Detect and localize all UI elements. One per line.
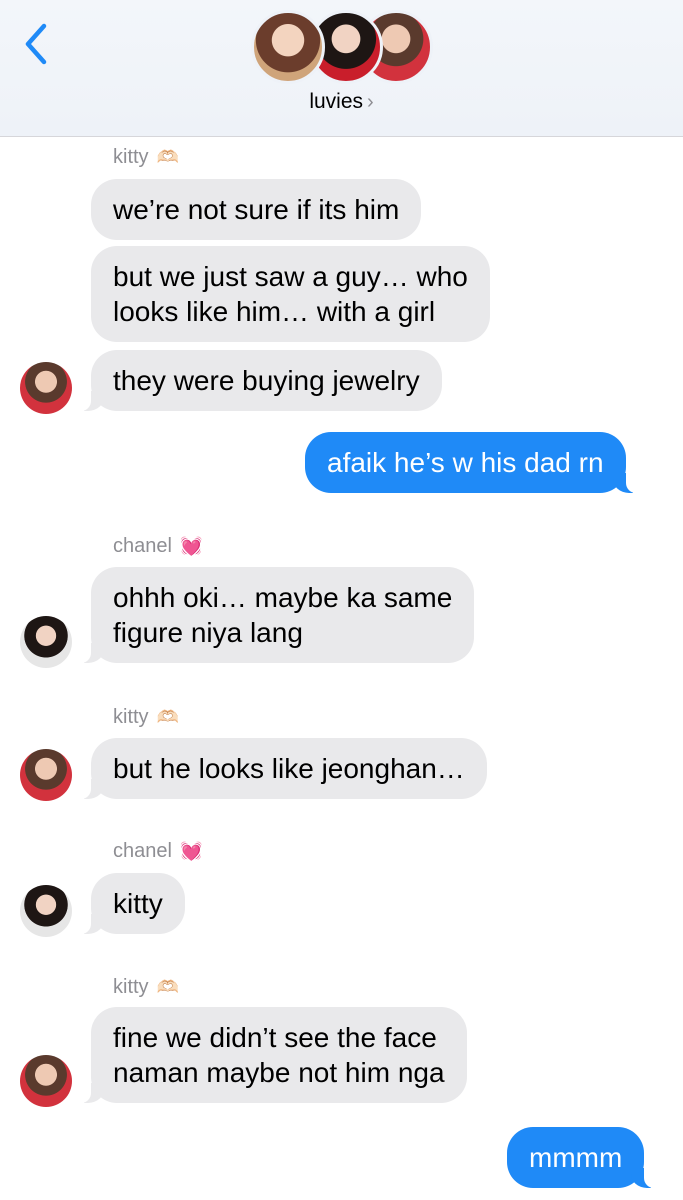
sender-label: kitty 🫶🏻: [113, 976, 179, 999]
sender-emoji: 💓: [179, 841, 203, 861]
sender-avatar[interactable]: [20, 616, 72, 668]
message-text: but he looks like jeonghan…: [113, 753, 465, 784]
message-text-line: looks like him… with a girl: [113, 296, 436, 327]
sender-avatar[interactable]: [20, 1055, 72, 1107]
group-member-avatar: [251, 10, 325, 84]
group-name: luvies: [309, 90, 364, 113]
sender-emoji: 🫶🏻: [156, 147, 179, 167]
message-text: afaik he’s w his dad rn: [327, 447, 604, 478]
sender-avatar[interactable]: [20, 749, 72, 801]
sender-label: kitty 🫶🏻: [113, 146, 179, 169]
group-avatar-stack[interactable]: [251, 10, 433, 86]
sender-label: chanel 💓: [113, 840, 202, 863]
group-name-button[interactable]: luvies ›: [0, 90, 683, 114]
incoming-message-bubble[interactable]: fine we didn’t see the face naman maybe …: [77, 1007, 467, 1103]
sender-label: kitty 🫶🏻: [113, 706, 179, 729]
sender-emoji: 💓: [179, 536, 203, 556]
message-text: kitty: [113, 888, 163, 919]
sender-avatar[interactable]: [20, 362, 72, 414]
sender-emoji: 🫶🏻: [156, 707, 179, 727]
sender-name: chanel: [113, 840, 172, 862]
chevron-right-icon: ›: [367, 91, 374, 113]
sender-label: chanel 💓: [113, 535, 202, 558]
sender-emoji: 🫶🏻: [156, 977, 179, 997]
message-text-line: figure niya lang: [113, 617, 303, 648]
sender-avatar[interactable]: [20, 885, 72, 937]
chevron-left-icon[interactable]: [18, 22, 58, 66]
message-text-line: ohhh oki… maybe ka same: [113, 582, 453, 613]
message-text: we’re not sure if its him: [113, 194, 400, 225]
outgoing-message-bubble[interactable]: afaik he’s w his dad rn: [305, 432, 640, 493]
conversation-header: luvies ›: [0, 0, 683, 137]
incoming-message-bubble[interactable]: ohhh oki… maybe ka same figure niya lang: [76, 567, 475, 663]
incoming-message-bubble[interactable]: but we just saw a guy… who looks like hi…: [91, 246, 490, 342]
sender-name: kitty: [113, 146, 149, 168]
sender-name: kitty: [113, 706, 149, 728]
back-button[interactable]: [18, 22, 58, 66]
sender-name: chanel: [113, 535, 172, 557]
message-text: they were buying jewelry: [113, 365, 420, 396]
sender-name: kitty: [113, 976, 149, 998]
message-text-line: but we just saw a guy… who: [113, 261, 468, 292]
incoming-message-bubble[interactable]: we’re not sure if its him: [91, 179, 422, 240]
message-text-line: fine we didn’t see the face: [113, 1022, 437, 1053]
message-text-line: naman maybe not him nga: [113, 1057, 445, 1088]
incoming-message-bubble[interactable]: they were buying jewelry: [77, 350, 442, 411]
incoming-message-bubble[interactable]: kitty: [77, 873, 185, 934]
outgoing-message-bubble[interactable]: mmmm: [507, 1127, 659, 1188]
message-text: mmmm: [529, 1142, 623, 1173]
incoming-message-bubble[interactable]: but he looks like jeonghan…: [77, 738, 487, 799]
